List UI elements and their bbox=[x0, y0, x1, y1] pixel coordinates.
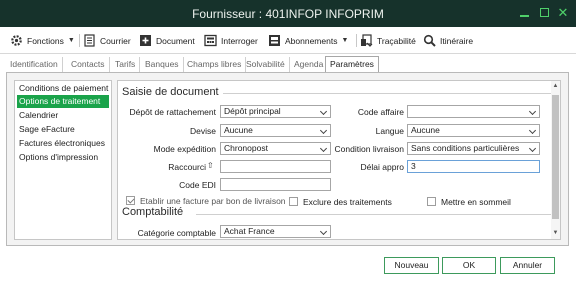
window-title: Fournisseur : 401INFOP INFOPRIM bbox=[192, 7, 384, 21]
toolbar-divider bbox=[79, 34, 80, 47]
section-divider bbox=[223, 93, 553, 94]
delai-appro-label: Délai appro bbox=[360, 162, 404, 172]
abonnements-menu-button[interactable]: Abonnements ▼ bbox=[268, 32, 348, 49]
add-document-icon bbox=[139, 34, 152, 47]
toolbar-divider bbox=[356, 34, 357, 47]
maximize-button[interactable] bbox=[535, 4, 553, 22]
annuler-button[interactable]: Annuler bbox=[500, 257, 555, 274]
code-affaire-select[interactable] bbox=[407, 105, 540, 118]
nav-item-sage-efacture[interactable]: Sage eFacture bbox=[17, 123, 109, 136]
toolbar: Fonctions ▼ Courrier Document Interroger… bbox=[0, 27, 576, 54]
maximize-icon bbox=[539, 8, 549, 17]
raccourci-input[interactable] bbox=[220, 160, 331, 173]
shortcut-icon: ⇧ bbox=[207, 161, 214, 170]
itineraire-button[interactable]: Itinéraire bbox=[423, 32, 473, 49]
tab-champs-libres[interactable]: Champs libres bbox=[183, 57, 247, 73]
nav-item-calendrier[interactable]: Calendrier bbox=[17, 109, 109, 122]
mode-expedition-label: Mode expédition bbox=[153, 144, 216, 154]
ok-button[interactable]: OK bbox=[442, 257, 496, 274]
minimize-icon bbox=[519, 15, 529, 17]
nav-item-conditions-paiement[interactable]: Conditions de paiement bbox=[17, 82, 109, 95]
chevron-down-icon: ▼ bbox=[341, 37, 349, 44]
depot-label: Dépôt de rattachement bbox=[129, 107, 216, 117]
depot-select[interactable]: Dépôt principal bbox=[220, 105, 331, 118]
checkbox-icon bbox=[289, 197, 298, 206]
tracabilite-button[interactable]: Traçabilité bbox=[360, 32, 416, 49]
title-bar: Fournisseur : 401INFOP INFOPRIM ✕ bbox=[0, 0, 576, 27]
tab-tarifs[interactable]: Tarifs bbox=[111, 57, 141, 73]
section-title-comptabilite: Comptabilité bbox=[122, 206, 184, 218]
code-affaire-label: Code affaire bbox=[357, 107, 404, 117]
courrier-label: Courrier bbox=[100, 35, 131, 46]
traceability-icon bbox=[360, 34, 373, 47]
condition-livraison-select[interactable]: Sans conditions particulières bbox=[407, 142, 540, 155]
exclure-traitements-checkbox[interactable]: Exclure des traitements bbox=[289, 196, 392, 207]
nouveau-button[interactable]: Nouveau bbox=[384, 257, 439, 274]
code-edi-label: Code EDI bbox=[179, 180, 216, 190]
calculator-icon bbox=[204, 34, 217, 47]
fonctions-label: Fonctions bbox=[27, 35, 64, 46]
tab-contacts[interactable]: Contacts bbox=[67, 57, 110, 73]
tab-banques[interactable]: Banques bbox=[141, 57, 184, 73]
exclure-traitements-label: Exclure des traitements bbox=[303, 196, 392, 207]
subscription-icon bbox=[268, 34, 281, 47]
document-button[interactable]: Document bbox=[139, 32, 195, 49]
scrollbar-thumb[interactable] bbox=[552, 95, 559, 219]
nav-item-factures-electroniques[interactable]: Factures électroniques bbox=[17, 137, 109, 150]
document-label: Document bbox=[156, 35, 195, 46]
interroger-button[interactable]: Interroger bbox=[204, 32, 258, 49]
options-panel: Saisie de document Dépôt de rattachement… bbox=[117, 80, 561, 240]
close-button[interactable]: ✕ bbox=[554, 4, 572, 22]
code-edi-input[interactable] bbox=[220, 178, 331, 191]
nav-item-options-traitement[interactable]: Options de traitement bbox=[17, 95, 109, 108]
langue-label: Langue bbox=[375, 126, 404, 136]
options-nav-list: Conditions de paiement Options de traite… bbox=[14, 80, 112, 240]
condition-livraison-label: Condition livraison bbox=[334, 144, 404, 154]
categorie-comptable-select[interactable]: Achat France bbox=[220, 225, 331, 238]
abonnements-label: Abonnements bbox=[285, 35, 338, 46]
raccourci-label: Raccourci bbox=[168, 162, 206, 172]
mettre-sommeil-label: Mettre en sommeil bbox=[441, 196, 511, 207]
devise-label: Devise bbox=[190, 126, 216, 136]
scroll-down-icon[interactable]: ▼ bbox=[551, 229, 560, 238]
itineraire-label: Itinéraire bbox=[440, 35, 474, 46]
tab-agenda[interactable]: Agenda bbox=[290, 57, 329, 73]
scroll-up-icon[interactable]: ▲ bbox=[551, 82, 560, 91]
fonctions-menu-button[interactable]: Fonctions ▼ bbox=[10, 32, 75, 49]
categorie-comptable-label: Catégorie comptable bbox=[137, 228, 216, 238]
mode-expedition-select[interactable]: Chronopost bbox=[220, 142, 331, 155]
courrier-button[interactable]: Courrier bbox=[83, 32, 131, 49]
checkbox-icon bbox=[427, 197, 436, 206]
minimize-button[interactable] bbox=[515, 4, 533, 22]
etablir-facture-checkbox[interactable]: Etablir une facture par bon de livraison bbox=[126, 195, 286, 206]
tab-solvabilite[interactable]: Solvabilité bbox=[242, 57, 290, 73]
search-icon bbox=[423, 34, 436, 47]
vertical-scrollbar[interactable]: ▲ ▼ bbox=[551, 81, 560, 239]
langue-select[interactable]: Aucune bbox=[407, 124, 540, 137]
nav-item-options-impression[interactable]: Options d'impression bbox=[17, 151, 109, 164]
interroger-label: Interroger bbox=[221, 35, 258, 46]
delai-appro-input[interactable]: 3 bbox=[407, 160, 540, 173]
close-icon: ✕ bbox=[557, 5, 569, 20]
tab-identification[interactable]: Identification bbox=[6, 57, 63, 73]
section-divider bbox=[196, 214, 553, 215]
section-title-saisie: Saisie de document bbox=[122, 86, 219, 98]
gear-icon bbox=[10, 34, 23, 47]
chevron-down-icon: ▼ bbox=[67, 37, 75, 44]
mettre-sommeil-checkbox[interactable]: Mettre en sommeil bbox=[427, 196, 511, 207]
checkbox-checked-icon bbox=[126, 196, 135, 205]
devise-select[interactable]: Aucune bbox=[220, 124, 331, 137]
tracabilite-label: Traçabilité bbox=[377, 35, 416, 46]
document-icon bbox=[83, 34, 96, 47]
etablir-facture-label: Etablir une facture par bon de livraison bbox=[140, 195, 286, 206]
